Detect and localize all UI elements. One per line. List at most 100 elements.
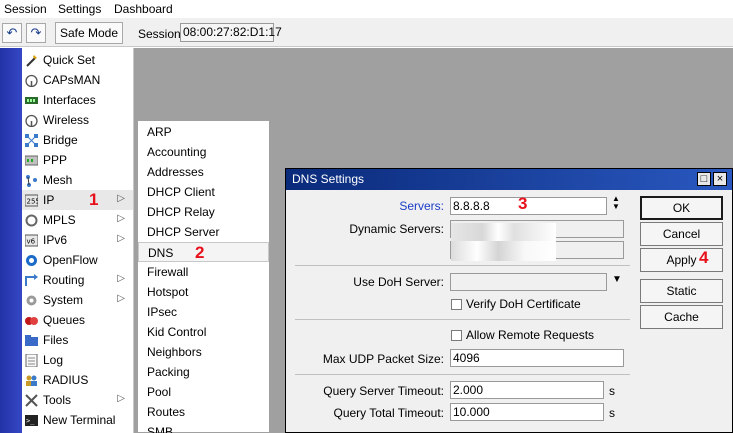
step-annotation-1: 1 xyxy=(89,190,99,209)
session-label: Session: xyxy=(138,27,185,41)
openflow-icon xyxy=(25,254,38,267)
reorder-icon[interactable]: ▲ ▼ xyxy=(612,195,620,211)
submenu-item-dhcp-client[interactable]: DHCP Client xyxy=(138,182,269,202)
sidebar-item-bridge[interactable]: Bridge xyxy=(22,130,133,150)
step-annotation-3: 3 xyxy=(518,194,528,213)
sidebar-item-label: Quick Set xyxy=(43,53,96,67)
sidebar-item-routing[interactable]: Routing ▷ xyxy=(22,270,133,290)
bridge-icon xyxy=(25,134,38,147)
servers-label: Servers: xyxy=(399,199,444,213)
submenu-item-packing[interactable]: Packing xyxy=(138,362,269,382)
sidebar-item-mpls[interactable]: MPLS ▷ xyxy=(22,210,133,230)
sidebar-item-label: IP xyxy=(43,193,55,207)
query-total-timeout-input[interactable]: 10.000 xyxy=(450,403,604,421)
submenu-arrow-icon: ▷ xyxy=(117,273,125,284)
sidebar-item-label: Queues xyxy=(43,313,86,327)
submenu-item-addresses[interactable]: Addresses xyxy=(138,162,269,182)
sidebar-item-log[interactable]: Log xyxy=(22,350,133,370)
submenu-item-dhcp-server[interactable]: DHCP Server xyxy=(138,222,269,242)
verify-doh-label: Verify DoH Certificate xyxy=(466,297,581,311)
sidebar-item-capsman[interactable]: CAPsMAN xyxy=(22,70,133,90)
submenu-item-arp[interactable]: ARP xyxy=(138,122,269,142)
submenu-item-hotspot[interactable]: Hotspot xyxy=(138,282,269,302)
redo-icon[interactable]: ↷ xyxy=(26,23,46,43)
gear-icon xyxy=(25,294,38,307)
redacted-area xyxy=(451,241,556,261)
sidebar-item-label: IPv6 xyxy=(43,233,68,247)
sidebar-item-files[interactable]: Files xyxy=(22,330,133,350)
ipv6-icon: v6 xyxy=(24,234,39,247)
submenu-item-dhcp-relay[interactable]: DHCP Relay xyxy=(138,202,269,222)
divider xyxy=(295,319,630,320)
sidebar-item-interfaces[interactable]: Interfaces xyxy=(22,90,133,110)
query-server-timeout-input[interactable]: 2.000 xyxy=(450,381,604,399)
verify-doh-checkbox[interactable] xyxy=(451,299,462,310)
static-button[interactable]: Static xyxy=(640,279,723,303)
cancel-button[interactable]: Cancel xyxy=(640,222,723,246)
servers-input[interactable]: 8.8.8.8 xyxy=(450,197,607,215)
chevron-down-icon[interactable]: ▼ xyxy=(612,274,622,285)
sidebar-item-ppp[interactable]: PPP xyxy=(22,150,133,170)
submenu-item-neighbors[interactable]: Neighbors xyxy=(138,342,269,362)
submenu-arrow-icon: ▷ xyxy=(117,393,125,404)
sidebar-item-label: System xyxy=(43,293,84,307)
menu-dashboard[interactable]: Dashboard xyxy=(114,2,173,16)
menu-session[interactable]: Session xyxy=(4,2,47,16)
submenu-item-accounting[interactable]: Accounting xyxy=(138,142,269,162)
query-total-timeout-label: Query Total Timeout: xyxy=(333,406,445,420)
sidebar-item-mesh[interactable]: Mesh xyxy=(22,170,133,190)
menu-settings[interactable]: Settings xyxy=(58,2,101,16)
sidebar-item-queues[interactable]: Queues xyxy=(22,310,133,330)
allow-remote-requests-checkbox[interactable] xyxy=(451,330,462,341)
svg-text:>_: >_ xyxy=(26,417,35,425)
wand-icon xyxy=(25,54,38,67)
sidebar-item-label: Interfaces xyxy=(43,93,96,107)
cache-button[interactable]: Cache xyxy=(640,305,723,329)
queues-icon xyxy=(25,314,38,327)
submenu-item-smb[interactable]: SMB xyxy=(138,422,269,433)
toolbar: ↶ ↷ Safe Mode Session: 08:00:27:82:D1:17 xyxy=(0,18,733,47)
interfaces-icon xyxy=(25,94,38,107)
sidebar-item-ipv6[interactable]: v6 IPv6 ▷ xyxy=(22,230,133,250)
sidebar-item-label: Bridge xyxy=(43,133,78,147)
sidebar-item-ip[interactable]: 255 IP ▷ xyxy=(22,190,133,210)
submenu-item-routes[interactable]: Routes xyxy=(138,402,269,422)
submenu-item-pool[interactable]: Pool xyxy=(138,382,269,402)
submenu-arrow-icon: ▷ xyxy=(117,233,125,244)
unit-seconds: s xyxy=(609,384,615,398)
sidebar-item-label: PPP xyxy=(43,153,68,167)
query-server-timeout-label: Query Server Timeout: xyxy=(323,384,444,398)
apply-button[interactable]: Apply xyxy=(640,248,723,272)
sidebar-item-label: CAPsMAN xyxy=(43,73,101,87)
submenu-item-ipsec[interactable]: IPsec xyxy=(138,302,269,322)
sidebar-item-tools[interactable]: Tools ▷ xyxy=(22,390,133,410)
sidebar-item-label: Files xyxy=(43,333,69,347)
submenu-item-kid-control[interactable]: Kid Control xyxy=(138,322,269,342)
sidebar-item-label: OpenFlow xyxy=(43,253,98,267)
dynamic-servers-label: Dynamic Servers: xyxy=(349,222,444,236)
log-icon xyxy=(25,353,38,368)
ok-button[interactable]: OK xyxy=(640,196,723,220)
use-doh-server-label: Use DoH Server: xyxy=(353,275,444,289)
sidebar-item-new-terminal[interactable]: >_ New Terminal xyxy=(22,410,133,430)
maximize-icon[interactable]: □ xyxy=(697,172,711,186)
sidebar-item-quick-set[interactable]: Quick Set xyxy=(22,50,133,70)
max-udp-input[interactable]: 4096 xyxy=(450,349,624,367)
sidebar-item-label: MPLS xyxy=(43,213,76,227)
use-doh-server-select[interactable] xyxy=(450,273,607,291)
submenu-arrow-icon: ▷ xyxy=(117,193,125,204)
redacted-area xyxy=(451,223,556,241)
mesh-icon xyxy=(25,174,38,187)
sidebar-item-label: RADIUS xyxy=(43,373,89,387)
sidebar-item-openflow[interactable]: OpenFlow xyxy=(22,250,133,270)
sidebar-item-radius[interactable]: RADIUS xyxy=(22,370,133,390)
undo-icon[interactable]: ↶ xyxy=(2,23,22,43)
tools-icon xyxy=(25,394,38,407)
close-icon[interactable]: × xyxy=(713,172,727,186)
sidebar-item-system[interactable]: System ▷ xyxy=(22,290,133,310)
submenu-item-firewall[interactable]: Firewall xyxy=(138,262,269,282)
sidebar-item-wireless[interactable]: Wireless xyxy=(22,110,133,130)
session-value: 08:00:27:82:D1:17 xyxy=(180,23,282,42)
safe-mode-button[interactable]: Safe Mode xyxy=(55,22,123,44)
sidebar: Quick Set CAPsMAN Interfaces Wireless Br… xyxy=(22,48,134,433)
